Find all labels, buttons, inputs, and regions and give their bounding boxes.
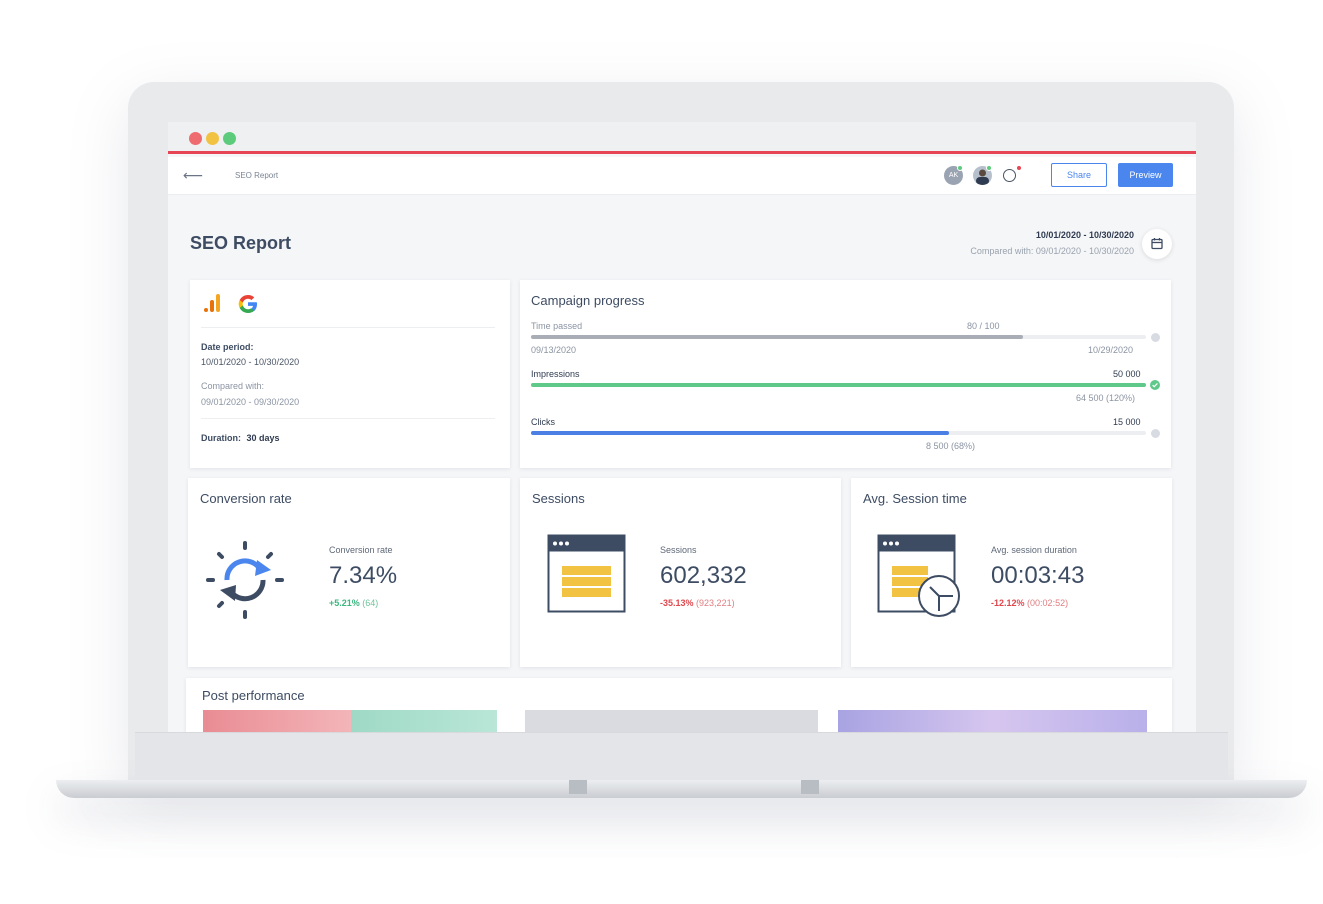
google-analytics-icon: [204, 294, 220, 312]
kpi-change: -35.13% (923,221): [660, 598, 735, 608]
calendar-icon: [1151, 238, 1163, 250]
date-period-label: Date period:: [201, 342, 254, 352]
post-thumbnail[interactable]: [525, 710, 818, 732]
post-thumbnail[interactable]: [838, 710, 1147, 732]
close-window-button[interactable]: [189, 132, 202, 145]
kpi-change: -12.12% (00:02:52): [991, 598, 1068, 608]
laptop-deck: [135, 732, 1228, 780]
date-period-value: 10/01/2020 - 10/30/2020: [201, 357, 300, 367]
impressions-progress-fill: [531, 383, 1146, 387]
compared-label: Compared with:: [201, 381, 265, 391]
change-percent: -12.12%: [991, 598, 1025, 608]
back-arrow-icon[interactable]: ⟵: [183, 167, 203, 184]
clicks-current: 8 500 (68%): [926, 441, 976, 451]
impressions-current: 64 500 (120%): [1076, 393, 1136, 403]
time-start: 09/13/2020: [531, 345, 577, 355]
time-passed-label: Time passed: [531, 321, 583, 331]
window-chrome: [168, 122, 1196, 154]
app-screen: ⟵ SEO Report AK Share Preview SEO Report…: [168, 122, 1196, 732]
previous-value: (923,221): [696, 598, 735, 608]
card-title: Sessions: [532, 491, 585, 506]
online-indicator: [957, 165, 963, 171]
card-title: Campaign progress: [531, 293, 645, 308]
kpi-change: +5.21% (64): [329, 598, 378, 608]
page-title: SEO Report: [190, 233, 292, 253]
change-percent: +5.21%: [329, 598, 360, 608]
card-title: Conversion rate: [200, 491, 292, 506]
laptop-base: [56, 780, 1307, 798]
post-thumbnail[interactable]: [203, 710, 351, 732]
clicks-progress-fill: [531, 431, 950, 435]
clicks-progress-bar: [531, 431, 1146, 435]
report-info-card: Date period: 10/01/2020 - 10/30/2020 Com…: [190, 280, 510, 468]
time-progress-fill: [531, 335, 1023, 339]
status-dot: [1151, 429, 1160, 438]
kpi-value: 7.34%: [329, 562, 398, 589]
kpi-value: 602,332: [660, 562, 747, 589]
post-thumbnail[interactable]: [351, 710, 497, 732]
online-indicator: [986, 165, 992, 171]
change-percent: -35.13%: [660, 598, 694, 608]
clicks-label: Clicks: [531, 417, 555, 427]
duration-value: 30 days: [246, 433, 280, 443]
impressions-target: 50 000: [1113, 369, 1141, 379]
check-circle-icon: [1150, 380, 1160, 390]
google-icon: [238, 295, 257, 313]
campaign-progress-card: Campaign progress Time passed 80 / 100 0…: [520, 280, 1171, 468]
sessions-card: Sessions Sessions 602,332 -35.13% (923,2…: [520, 478, 841, 667]
time-progress-bar: [531, 335, 1146, 339]
card-title: Post performance: [202, 688, 305, 703]
comment-icon[interactable]: [1003, 169, 1016, 182]
impressions-progress-bar: [531, 383, 1146, 387]
impressions-label: Impressions: [531, 369, 580, 379]
share-button[interactable]: Share: [1051, 163, 1107, 187]
kpi-label: Sessions: [660, 545, 697, 555]
post-performance-card: Post performance: [186, 678, 1172, 732]
avg-session-card: Avg. Session time Avg. session duration …: [851, 478, 1172, 667]
previous-value: (00:02:52): [1027, 598, 1069, 608]
maximize-window-button[interactable]: [223, 132, 236, 145]
compared-range: Compared with: 09/01/2020 - 10/30/2020: [970, 246, 1134, 256]
browser-window-icon: [547, 534, 626, 613]
divider: [201, 418, 495, 419]
status-dot: [1151, 333, 1160, 342]
minimize-window-button[interactable]: [206, 132, 219, 145]
divider: [201, 327, 495, 328]
sync-icon: [206, 541, 284, 619]
laptop-hinge-right: [801, 780, 819, 794]
duration-label: Duration:: [201, 433, 241, 443]
conversion-rate-card: Conversion rate Conversion rate 7.34% +5…: [188, 478, 510, 667]
top-bar: ⟵ SEO Report AK Share Preview: [168, 157, 1196, 195]
time-end: 10/29/2020: [1088, 345, 1134, 355]
date-range: 10/01/2020 - 10/30/2020: [1035, 230, 1134, 240]
browser-clock-icon: [877, 534, 960, 617]
compared-value: 09/01/2020 - 09/30/2020: [201, 397, 300, 407]
card-title: Avg. Session time: [863, 491, 967, 506]
kpi-label: Conversion rate: [329, 545, 393, 555]
previous-value: (64): [362, 598, 379, 608]
date-picker-button[interactable]: [1142, 229, 1172, 259]
duration: Duration: 30 days: [201, 433, 280, 443]
kpi-label: Avg. session duration: [991, 545, 1077, 555]
notification-badge: [1016, 165, 1022, 171]
time-passed-value: 80 / 100: [967, 321, 1000, 331]
clicks-target: 15 000: [1113, 417, 1141, 427]
preview-button[interactable]: Preview: [1118, 163, 1173, 187]
kpi-value: 00:03:43: [991, 562, 1085, 589]
breadcrumb[interactable]: SEO Report: [235, 171, 278, 180]
laptop-hinge-left: [569, 780, 587, 794]
